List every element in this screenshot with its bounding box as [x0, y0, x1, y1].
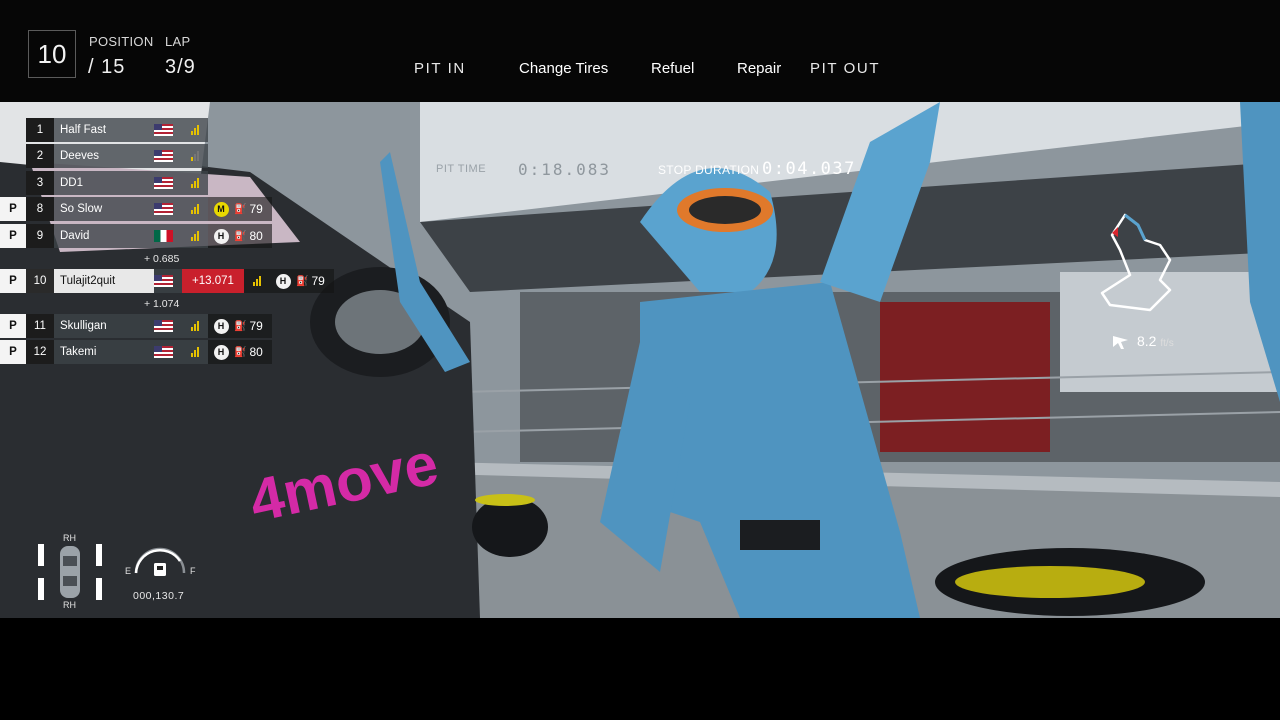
signal-icon — [182, 118, 208, 142]
change-tires-button[interactable]: Change Tires — [519, 60, 608, 77]
tyre-compound: H — [275, 273, 291, 289]
fuel-empty-label: E — [125, 566, 132, 576]
flag-us-icon — [154, 144, 182, 168]
signal-icon — [244, 269, 270, 293]
speed-readout: 8.2 ft/s — [1137, 333, 1174, 349]
fuel-full-label: F — [190, 566, 196, 576]
position-box: 10 — [28, 30, 76, 78]
fuel-gauge-icon — [134, 547, 186, 576]
odometer: 000,130.7 — [133, 590, 185, 602]
pit-indicator — [0, 144, 26, 168]
signal-icon — [182, 340, 208, 364]
tyre-compound: H — [213, 344, 229, 360]
pit-indicator — [0, 118, 26, 142]
driver-name: Deeves — [54, 144, 154, 168]
row-position: 10 — [26, 269, 54, 293]
interval-behind: + 1.074 — [144, 298, 180, 310]
leaderboard-row[interactable]: 1 Half Fast — [0, 118, 208, 142]
tyre-compound-icon: H — [208, 314, 234, 338]
interval-ahead: + 0.685 — [144, 253, 180, 265]
signal-icon — [182, 314, 208, 338]
pit-time-label: PIT TIME — [436, 163, 487, 175]
flag-us-icon — [154, 314, 182, 338]
flag-us-icon — [154, 269, 182, 293]
pit-time-value: 0:18.083 — [518, 160, 612, 179]
position-total: / 15 — [88, 56, 126, 78]
tyre-compound-icon: M — [208, 197, 234, 221]
row-position: 9 — [26, 224, 54, 248]
repair-button[interactable]: Repair — [737, 60, 781, 77]
signal-icon — [182, 144, 208, 168]
driver-name: David — [54, 224, 154, 248]
driver-name: So Slow — [54, 197, 154, 221]
fuel-pump-icon: ⛽ — [296, 275, 309, 287]
pit-indicator: P — [0, 340, 26, 364]
lap-value: 3/9 — [165, 56, 196, 78]
driver-name: Tulajit2quit — [54, 269, 154, 293]
row-position: 3 — [26, 171, 54, 195]
flag-us-icon — [154, 340, 182, 364]
flag-mx-icon — [154, 224, 182, 248]
leaderboard-row[interactable]: 2 Deeves — [0, 144, 208, 168]
row-position: 8 — [26, 197, 54, 221]
signal-icon — [182, 197, 208, 221]
driver-name: Skulligan — [54, 314, 154, 338]
pit-out-button[interactable]: PIT OUT — [810, 60, 880, 77]
tyre-compound-icon: H — [208, 340, 234, 364]
leaderboard-row[interactable]: P 11 Skulligan H ⛽ 79 — [0, 314, 272, 338]
bottom-letterbox — [0, 618, 1280, 720]
leaderboard-row[interactable]: P 9 David H ⛽ 80 — [0, 224, 272, 248]
fuel-level: ⛽ 79 — [296, 269, 334, 293]
stop-duration-value: 0:04.037 — [762, 159, 856, 179]
row-position: 2 — [26, 144, 54, 168]
leaderboard-row[interactable]: 3 DD1 — [0, 171, 208, 195]
leaderboard-row[interactable]: P 12 Takemi H ⛽ 80 — [0, 340, 272, 364]
flag-us-icon — [154, 197, 182, 221]
tyre-compound: H — [213, 318, 229, 334]
pit-indicator — [0, 171, 26, 195]
track-minimap — [1100, 213, 1172, 312]
flag-us-icon — [154, 171, 182, 195]
row-position: 12 — [26, 340, 54, 364]
fuel-pump-icon: ⛽ — [234, 320, 247, 332]
pit-indicator: P — [0, 269, 26, 293]
fuel-pump-icon: ⛽ — [234, 230, 247, 242]
row-position: 1 — [26, 118, 54, 142]
position-label: POSITION — [89, 34, 154, 49]
flag-us-icon — [154, 118, 182, 142]
driver-name: Half Fast — [54, 118, 154, 142]
tyre-compound: M — [213, 201, 229, 217]
row-position: 11 — [26, 314, 54, 338]
leaderboard-row[interactable]: P 8 So Slow M ⛽ 79 — [0, 197, 272, 221]
lap-label: LAP — [165, 34, 191, 49]
driver-name: Takemi — [54, 340, 154, 364]
speed-arrow-icon — [1113, 336, 1128, 349]
fuel-level: ⛽ 79 — [234, 197, 272, 221]
car-damage-icon — [38, 544, 102, 600]
signal-icon — [182, 171, 208, 195]
fuel-level: ⛽ 79 — [234, 314, 272, 338]
fuel-level: ⛽ 80 — [234, 340, 272, 364]
tyre-compound-icon: H — [270, 269, 296, 293]
driver-name: DD1 — [54, 171, 154, 195]
tyre-compound-icon: H — [208, 224, 234, 248]
gap-to-leader: +13.071 — [182, 269, 244, 293]
tyre-compound: H — [213, 228, 229, 244]
pit-indicator: P — [0, 224, 26, 248]
fuel-level: ⛽ 80 — [234, 224, 272, 248]
fuel-pump-icon: ⛽ — [234, 346, 247, 358]
stop-duration-label: STOP DURATION — [658, 163, 760, 177]
speed-unit: ft/s — [1160, 338, 1174, 349]
signal-icon — [182, 224, 208, 248]
leaderboard-row-player[interactable]: P 10 Tulajit2quit +13.071 H ⛽ 79 — [0, 269, 334, 293]
refuel-button[interactable]: Refuel — [651, 60, 694, 77]
pit-in-button[interactable]: PIT IN — [414, 60, 466, 77]
top-hud-bar: 10 POSITION / 15 LAP 3/9 PIT IN Change T… — [0, 0, 1280, 102]
fuel-pump-icon: ⛽ — [234, 203, 247, 215]
pit-indicator: P — [0, 314, 26, 338]
pit-indicator: P — [0, 197, 26, 221]
